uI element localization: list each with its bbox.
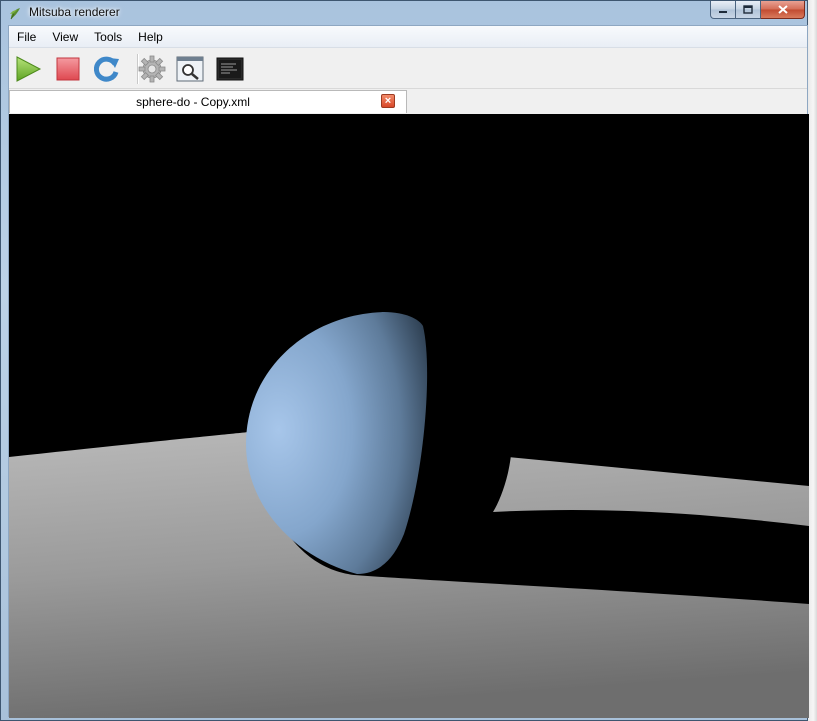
tab-bar: sphere-do - Copy.xml × <box>9 89 807 113</box>
terminal-icon <box>216 57 244 81</box>
stop-icon <box>56 57 80 81</box>
tab-scene[interactable]: sphere-do - Copy.xml × <box>9 90 407 113</box>
toolbar <box>9 48 807 89</box>
render-button[interactable] <box>13 54 43 84</box>
stop-button[interactable] <box>53 54 83 84</box>
minimize-icon <box>719 10 727 13</box>
title-bar[interactable]: Mitsuba renderer <box>1 1 807 25</box>
rendered-image <box>9 114 809 718</box>
menu-bar: File View Tools Help <box>9 26 807 48</box>
window-controls <box>710 1 805 19</box>
render-view[interactable] <box>9 114 809 718</box>
app-window: Mitsuba renderer File View Tools Help sp… <box>0 0 809 721</box>
tab-close-button[interactable]: × <box>381 94 395 108</box>
tab-label: sphere-do - Copy.xml <box>136 95 250 109</box>
menu-help[interactable]: Help <box>130 30 171 44</box>
close-button[interactable] <box>761 1 805 19</box>
play-icon <box>16 56 42 82</box>
log-button[interactable] <box>215 54 245 84</box>
close-icon <box>777 5 788 14</box>
menu-tools[interactable]: Tools <box>86 30 130 44</box>
client-area: File View Tools Help sphere-do - Copy.xm… <box>8 25 809 718</box>
close-icon: × <box>384 95 392 107</box>
minimize-button[interactable] <box>710 1 736 19</box>
preview-button[interactable] <box>175 54 205 84</box>
maximize-icon <box>743 5 753 14</box>
menu-view[interactable]: View <box>44 30 86 44</box>
refresh-icon <box>93 56 119 82</box>
gear-icon <box>138 55 166 83</box>
menu-file[interactable]: File <box>9 30 44 44</box>
window-title: Mitsuba renderer <box>29 5 120 19</box>
maximize-button[interactable] <box>736 1 761 19</box>
refresh-button[interactable] <box>92 54 122 84</box>
magnifier-icon <box>176 56 204 82</box>
background-window-edge <box>808 0 817 721</box>
mitsuba-logo-icon <box>10 8 20 20</box>
settings-button[interactable] <box>137 54 167 84</box>
